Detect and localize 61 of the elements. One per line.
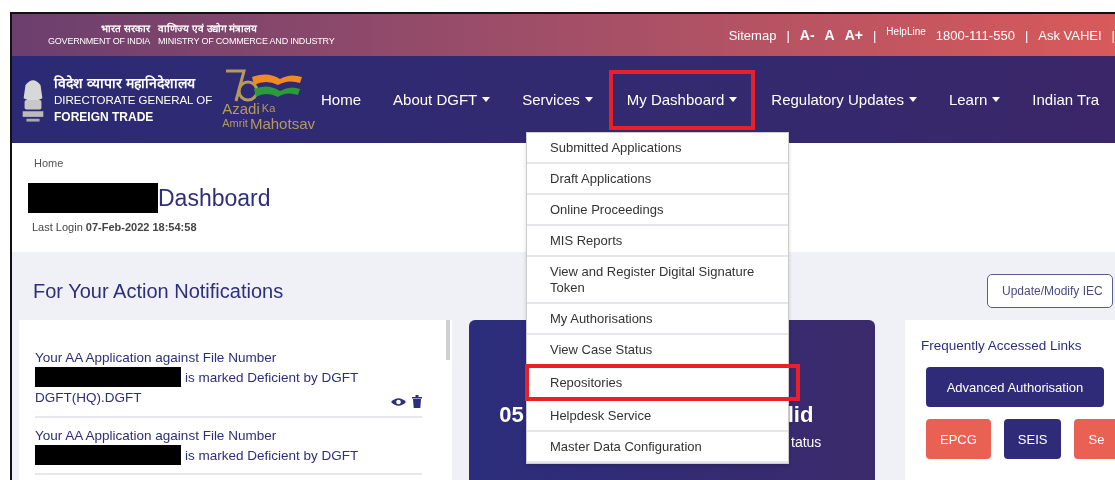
separator-text: |	[872, 27, 877, 43]
page-title: Dashboard	[158, 184, 271, 212]
notification-text[interactable]: is marked Deficient by DGFT	[185, 367, 359, 387]
ministry-label: MINISTRY OF COMMERCE AND INDUSTRY	[158, 35, 335, 48]
helpline-label: HelpLine	[886, 25, 926, 37]
scrollbar[interactable]	[446, 320, 451, 360]
caret-icon	[992, 97, 1001, 102]
caret-icon	[482, 97, 491, 102]
links-heading: Frequently Accessed Links	[921, 338, 1083, 353]
menu-item[interactable]: Repositories	[525, 364, 800, 401]
separator-text: |	[786, 27, 790, 43]
menu-item[interactable]: View and Register Digital Signature Token	[527, 257, 788, 304]
card-subtitle: tatus	[791, 434, 822, 450]
notification-text[interactable]: Your AA Application against File Number	[35, 426, 423, 445]
hindi-text: वाणिज्य एवं उद्योग मंत्रालय	[158, 22, 258, 35]
menu-item[interactable]: Draft Applications	[527, 164, 788, 195]
nav-item[interactable]: Learn	[932, 69, 1017, 130]
hindi-text: भारत सरकार	[101, 22, 151, 35]
nav-item[interactable]: My Dashboard	[608, 69, 756, 130]
font-size-link[interactable]: A+	[844, 27, 863, 43]
top-link[interactable]: Sitemap	[728, 27, 777, 43]
caret-icon	[908, 97, 917, 102]
menu-item[interactable]: Online Proceedings	[527, 195, 788, 226]
separator-text: |	[1024, 27, 1029, 43]
count-text: 05	[499, 402, 524, 428]
nav-item[interactable]: Services	[506, 69, 609, 130]
menu-item[interactable]: My Authorisations	[527, 304, 788, 335]
logo-text: Mahotsav	[249, 115, 315, 131]
font-size-link[interactable]: A-	[799, 27, 815, 43]
quick-link-button[interactable]: SEIS	[1003, 419, 1062, 459]
notification-text[interactable]: DGFT(HQ).DGFT	[35, 388, 142, 407]
government-label: GOVERNMENT OF INDIA	[48, 35, 151, 48]
notification-text[interactable]: Your AA Application against File Number	[35, 348, 423, 367]
menu-item[interactable]: Submitted Applications	[527, 133, 788, 164]
nav-item[interactable]: About DGFT	[377, 69, 507, 130]
top-link[interactable]: Ask VAHEI	[1038, 27, 1102, 43]
section-heading: For Your Action Notifications	[33, 279, 284, 303]
update-iec-button[interactable]: Update/Modify IEC	[987, 274, 1113, 308]
card-title: lid	[787, 402, 814, 428]
logo-text: Amrit	[222, 115, 248, 131]
menu-item[interactable]: View Case Status	[527, 335, 788, 366]
separator-text: |	[1111, 27, 1115, 43]
nav-item[interactable]: Indian Tra	[1016, 69, 1115, 130]
caret-icon	[584, 97, 593, 102]
nav-item[interactable]: Regulatory Updates	[755, 69, 933, 130]
top-link[interactable]: 1800-111-550	[935, 27, 1015, 43]
menu-item[interactable]: Master Data Configuration	[527, 432, 788, 463]
menu-item[interactable]: Helpdesk Service	[527, 401, 788, 432]
notification-text[interactable]: is marked Deficient by DGFT	[185, 445, 359, 465]
delete-icon[interactable]	[412, 395, 423, 408]
logo-text: Ka	[261, 100, 276, 116]
menu-item[interactable]: MIS Reports	[527, 226, 788, 257]
logo-text: Azadi	[222, 100, 260, 116]
quick-link-button[interactable]: Advanced Authorisation	[926, 367, 1104, 407]
brand-title: DIRECTORATE GENERAL OF	[54, 92, 213, 108]
view-icon[interactable]	[391, 396, 407, 407]
font-size-link[interactable]: A	[824, 27, 835, 43]
last-login-text: Last Login 07-Feb-2022 18:54:58	[32, 221, 198, 233]
caret-icon	[729, 97, 738, 102]
hindi-title: विदेश व्यापार महानिदेशालय	[54, 73, 197, 92]
brand-title: FOREIGN TRADE	[54, 108, 155, 126]
